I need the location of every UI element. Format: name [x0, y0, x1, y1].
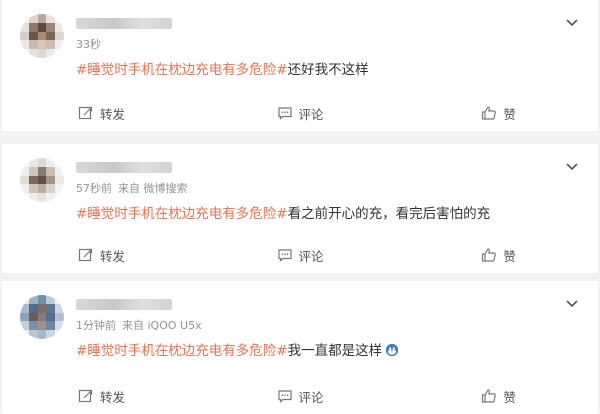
like-label: 赞: [503, 106, 516, 122]
comment-card: 57秒前 来自 微博搜索 #睡觉时手机在枕边充电有多危险#看之前开心的充，看完后害…: [2, 144, 598, 273]
action-bar: 转发 评论 赞: [2, 95, 598, 131]
like-icon: [482, 248, 497, 262]
comment-time: 33秒: [76, 38, 101, 51]
comment-text: 看之前开心的充，看完后害怕的充: [287, 206, 491, 222]
like-icon: [482, 106, 497, 120]
avatar[interactable]: [20, 158, 64, 202]
avatar[interactable]: [20, 295, 64, 339]
comment-text: 还好我不这样: [287, 62, 369, 78]
comment-label: 评论: [298, 389, 324, 405]
chevron-down-icon[interactable]: [564, 158, 580, 174]
hashtag-link[interactable]: #睡觉时手机在枕边充电有多危险#: [76, 62, 288, 78]
comment-label: 评论: [298, 106, 324, 122]
action-bar: 转发 评论 赞: [2, 237, 598, 273]
like-label: 赞: [503, 248, 516, 264]
comment-button[interactable]: 评论: [201, 104, 400, 123]
comment-content: #睡觉时手机在枕边充电有多危险#还好我不这样: [76, 58, 369, 78]
comment-text: 我一直都是这样: [287, 343, 383, 359]
comment-meta: 1分钟前 来自 iQOO U5x: [76, 317, 202, 333]
avatar[interactable]: [20, 14, 64, 58]
hashtag-link[interactable]: #睡觉时手机在枕边充电有多危险#: [76, 206, 288, 222]
comment-card: 33秒 #睡觉时手机在枕边充电有多危险#还好我不这样 转发 评论 赞: [2, 0, 598, 131]
like-button[interactable]: 赞: [399, 387, 598, 406]
like-label: 赞: [503, 389, 516, 405]
comment-meta: 33秒: [76, 36, 101, 52]
repost-icon: [78, 106, 92, 120]
comment-time: 1分钟前: [76, 319, 116, 332]
comment-content: #睡觉时手机在枕边充电有多危险#我一直都是这样: [76, 339, 399, 359]
comment-button[interactable]: 评论: [201, 387, 400, 406]
emoji-icon: [386, 343, 399, 357]
like-button[interactable]: 赞: [399, 246, 598, 265]
comment-label: 评论: [298, 248, 324, 264]
repost-button[interactable]: 转发: [2, 246, 201, 265]
comment-content: #睡觉时手机在枕边充电有多危险#看之前开心的充，看完后害怕的充: [76, 202, 490, 222]
comment-button[interactable]: 评论: [201, 246, 400, 265]
comment-icon: [277, 249, 292, 262]
comment-icon: [277, 390, 292, 403]
action-bar: 转发 评论 赞: [2, 378, 598, 414]
repost-label: 转发: [99, 248, 125, 264]
username-blurred[interactable]: [76, 299, 172, 310]
repost-icon: [78, 389, 92, 403]
comment-time: 57秒前: [76, 182, 112, 195]
username-blurred[interactable]: [76, 162, 172, 173]
comment-icon: [277, 107, 292, 120]
repost-icon: [78, 248, 92, 262]
chevron-down-icon[interactable]: [564, 14, 580, 30]
comment-card: 1分钟前 来自 iQOO U5x #睡觉时手机在枕边充电有多危险#我一直都是这样 …: [2, 281, 598, 414]
chevron-down-icon[interactable]: [564, 295, 580, 311]
comment-source: 来自 iQOO U5x: [122, 319, 202, 332]
like-button[interactable]: 赞: [399, 104, 598, 123]
repost-button[interactable]: 转发: [2, 104, 201, 123]
repost-button[interactable]: 转发: [2, 387, 201, 406]
comment-source: 来自 微博搜索: [118, 182, 188, 195]
comment-meta: 57秒前 来自 微博搜索: [76, 180, 188, 196]
hashtag-link[interactable]: #睡觉时手机在枕边充电有多危险#: [76, 343, 288, 359]
repost-label: 转发: [99, 106, 125, 122]
repost-label: 转发: [99, 389, 125, 405]
like-icon: [482, 389, 497, 403]
username-blurred[interactable]: [76, 18, 172, 29]
